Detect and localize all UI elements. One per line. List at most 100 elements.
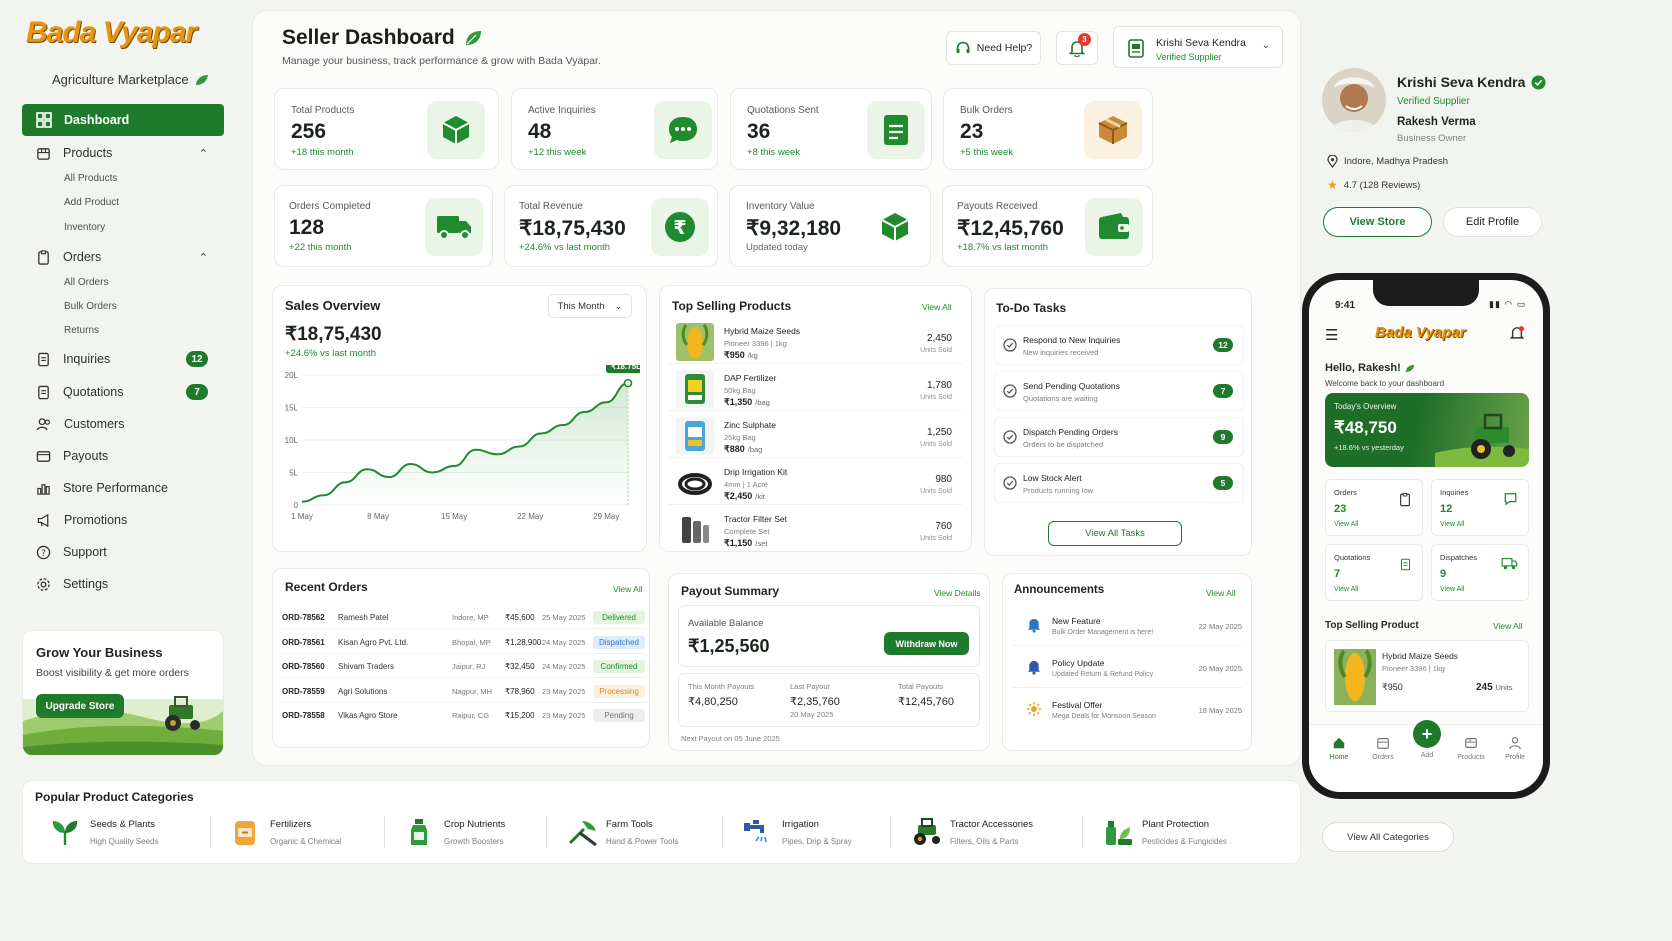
tile-link[interactable]: View All [1334,586,1358,593]
todo-item-low-stock-alert[interactable]: Low Stock Alert Products running low 5 [994,463,1244,503]
category-farm-tools[interactable]: Farm Tools Hand & Power Tools [566,812,731,856]
category-crop-nutrients[interactable]: Crop Nutrients Growth Boosters [404,812,569,856]
sidebar-item-customers[interactable]: Customers [22,409,224,439]
top-product-row-dap-fertilizer[interactable]: DAP Fertilizer 50kg Bag ₹1,350/bag 1,780 Uni… [668,365,962,411]
top-product-row-drip-irrigation-kit[interactable]: Drip Irrigation Kit 4mm | 1 Acre ₹2,450/ki… [668,459,962,505]
sidebar-item-store-performance[interactable]: Store Performance [22,473,224,503]
sidebar-item-support[interactable]: ? Support [22,537,224,567]
view-store-button[interactable]: View Store [1323,207,1432,237]
sidebar-sub-returns[interactable]: Returns [64,325,99,336]
sidebar-item-products[interactable]: Products ⌃ [22,138,224,168]
top-product-row-maize-seeds[interactable]: Hybrid Maize Seeds Pioneer 3396 | 1kg ₹950… [668,318,962,364]
stat-card-payouts-received[interactable]: Payouts Received ₹12,45,760 +18.7% vs la… [942,185,1153,267]
view-all-categories-button[interactable]: View All Categories [1322,822,1454,852]
edit-profile-button[interactable]: Edit Profile [1443,207,1542,237]
check-circle-icon[interactable] [1003,338,1017,352]
stat-card-active-inquiries[interactable]: Active Inquiries 48 +12 this week [511,88,718,170]
sidebar-item-dashboard[interactable]: Dashboard [22,104,224,136]
stat-card-inventory-value[interactable]: Inventory Value ₹9,32,180 Updated today [729,185,931,267]
phone-top-view-all[interactable]: View All [1493,621,1523,631]
notifications-button[interactable]: 3 [1056,31,1098,65]
category-seeds-plants[interactable]: Seeds & Plants High Quality Seeds [50,812,215,856]
table-row[interactable]: ORD-78560 Shivam Traders Jaipur, RJ ₹32,450… [280,654,646,678]
tile-link[interactable]: View All [1334,521,1358,528]
top-product-row-tractor-filter-set[interactable]: Tractor Filter Set Complete Set ₹1,150/set… [668,506,962,552]
sidebar-sub-all-orders[interactable]: All Orders [64,277,108,288]
phone-tile-inquiries[interactable]: Inquiries 12 View All [1431,479,1529,536]
phone-menu-icon[interactable]: ☰ [1325,326,1338,344]
table-row[interactable]: ORD-78558 Vikas Agro Store Raipur, CG ₹15,2… [280,703,646,727]
todo-item-dispatch-orders[interactable]: Dispatch Pending Orders Orders to be disp… [994,417,1244,457]
announcement-new-feature[interactable]: New Feature Bulk Order Management is here… [1012,606,1242,646]
bell-icon[interactable] [1510,326,1524,341]
phone-tile-orders[interactable]: Orders 23 View All [1325,479,1423,536]
brand-logo[interactable]: Bada Vyapar [26,16,216,68]
table-row[interactable]: ORD-78561 Kisan Agro Pvt. Ltd. Bhopal, MP ₹… [280,630,646,654]
todo-item-send-quotations[interactable]: Send Pending Quotations Quotations are wa… [994,371,1244,411]
sidebar-item-settings[interactable]: Settings [22,569,224,599]
sidebar-item-label: Inquiries [63,352,111,366]
phone-nav-profile[interactable]: Profile [1495,736,1535,776]
avatar[interactable] [1322,68,1386,132]
sidebar-item-quotations[interactable]: Quotations 7 [22,377,224,407]
sidebar-item-promotions[interactable]: Promotions [22,505,224,535]
phone-top-product-card[interactable]: Hybrid Maize Seeds Pioneer 3396 | 1kg ₹9… [1325,640,1529,712]
tile-value: 9 [1440,568,1447,580]
sidebar-sub-inventory[interactable]: Inventory [64,222,105,233]
phone-tile-dispatches[interactable]: Dispatches 9 View All [1431,544,1529,601]
sidebar-sub-add-product[interactable]: Add Product [64,197,119,208]
phone-nav-add[interactable]: + Add [1407,720,1447,760]
phone-tile-quotations[interactable]: Quotations 7 View All [1325,544,1423,601]
category-plant-protection[interactable]: Plant Protection Pesticides & Fungicides [1102,812,1267,856]
stat-card-total-products[interactable]: Total Products 256 +18 this month [274,88,499,170]
document-icon [1399,557,1412,575]
table-row[interactable]: ORD-78562 Ramesh Patel Indore, MP ₹45,600 25… [280,605,646,629]
need-help-button[interactable]: Need Help? [946,31,1041,65]
top-product-row-zinc-sulphate[interactable]: Zinc Sulphate 25kg Bag ₹880/bag 1,250 Units … [668,412,962,458]
announcement-festival-offer[interactable]: Festival Offer Mega Deals for Monsoon Sea… [1012,690,1242,730]
announcement-policy-update[interactable]: Policy Update Updated Return & Refund Pol… [1012,648,1242,688]
chat-icon [1503,492,1518,509]
order-customer: Kisan Agro Pvt. Ltd. [338,637,409,647]
table-row[interactable]: ORD-78559 Agri Solutions Nagpur, MH ₹78,960… [280,679,646,703]
tile-link[interactable]: View All [1440,521,1464,528]
stat-card-quotations-sent[interactable]: Quotations Sent 36 +8 this week [730,88,932,170]
stat-card-total-revenue[interactable]: Total Revenue ₹18,75,430 +24.6% vs last … [504,185,718,267]
view-all-tasks-button[interactable]: View All Tasks [1048,521,1182,546]
check-circle-icon[interactable] [1003,384,1017,398]
phone-overview-card[interactable]: Today's Overview ₹48,750 +18.6% vs yeste… [1325,393,1529,467]
phone-greeting: Hello, Rakesh! [1325,362,1415,374]
sidebar-sub-bulk-orders[interactable]: Bulk Orders [64,301,117,312]
phone-nav-products[interactable]: Products [1451,736,1491,776]
upgrade-store-button[interactable]: Upgrade Store [36,694,124,718]
sidebar-sub-all-products[interactable]: All Products [64,173,117,184]
todo-item-respond-inquiries[interactable]: Respond to New Inquiries New inquiries re… [994,325,1244,365]
sidebar-item-orders[interactable]: Orders ⌃ [22,242,224,272]
top-products-view-all[interactable]: View All [922,302,952,312]
category-fertilizers[interactable]: Fertilizers Organic & Chemical [230,812,395,856]
recent-orders-view-all[interactable]: View All [613,584,643,594]
payout-view-details[interactable]: View Details [934,588,981,598]
check-circle-icon[interactable] [1003,430,1017,444]
tagline-text: Agriculture Marketplace [52,72,189,87]
stat-card-bulk-orders[interactable]: Bulk Orders 23 +5 this week [943,88,1153,170]
phone-nav-orders[interactable]: Orders [1363,736,1403,776]
stat-card-orders-completed[interactable]: Orders Completed 128 +22 this month [274,185,493,267]
store-switcher[interactable]: Krishi Seva Kendra Verified Supplier ⌄ [1113,26,1283,68]
sidebar-item-inquiries[interactable]: Inquiries 12 [22,344,224,374]
category-tractor-accessories[interactable]: Tractor Accessories Filters, Oils & Parts [910,812,1083,856]
withdraw-now-button[interactable]: Withdraw Now [884,632,969,655]
category-irrigation[interactable]: Irrigation Pipes, Drip & Spray [742,812,907,856]
y-tick-label: 10L [285,436,299,445]
check-circle-icon[interactable] [1003,476,1017,490]
announcements-view-all[interactable]: View All [1206,588,1236,598]
sidebar-item-payouts[interactable]: Payouts [22,441,224,471]
phone-nav-home[interactable]: Home [1319,736,1359,776]
truck-icon [1501,557,1518,573]
chevron-up-icon[interactable]: ⌃ [199,147,208,160]
wallet-icon [36,450,51,462]
sales-range-select[interactable]: This Month ⌄ [548,294,632,318]
chevron-down-icon[interactable]: ⌄ [1262,40,1270,51]
tile-link[interactable]: View All [1440,586,1464,593]
chevron-up-icon[interactable]: ⌃ [199,251,208,264]
